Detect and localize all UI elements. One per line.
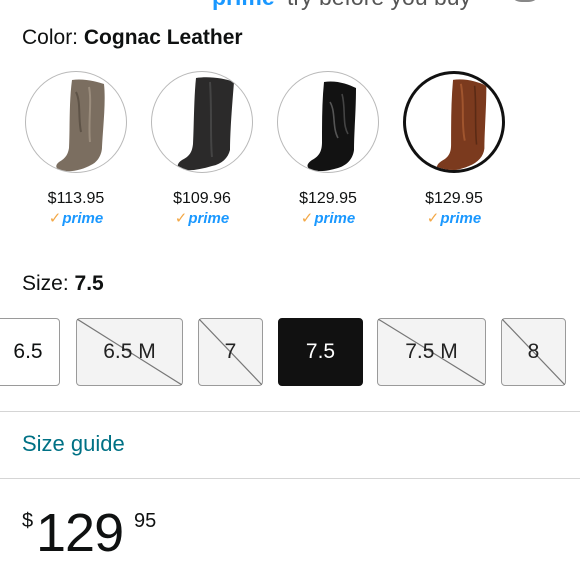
prime-badge: ✓prime [426, 210, 482, 227]
prime-check-icon: ✓ [174, 210, 188, 227]
boot-thumbnail [151, 71, 253, 173]
size-guide-link[interactable]: Size guide [22, 431, 125, 457]
try-before-you-buy-text: try before you buy [287, 0, 471, 11]
size-option-6-5-m[interactable]: 6.5 M [76, 318, 183, 386]
size-option-label: 7 [224, 340, 237, 363]
prime-badge: ✓prime [300, 210, 356, 227]
size-option-label: 6.5 M [103, 340, 156, 363]
prime-logo-text: prime [212, 0, 275, 11]
color-swatch-1[interactable]: $113.95 ✓prime [24, 71, 128, 227]
color-selection-label: Color: Cognac Leather [22, 26, 243, 50]
boot-image-icon [177, 77, 234, 171]
boot-image-icon [307, 81, 356, 172]
size-selection-label: Size: 7.5 [22, 272, 104, 296]
size-label: Size: [22, 272, 69, 295]
boot-thumbnail [25, 71, 127, 173]
divider [0, 411, 580, 412]
swatch-price: $129.95 [299, 190, 357, 207]
size-value: 7.5 [74, 272, 104, 295]
prime-badge: ✓prime [48, 210, 104, 227]
prime-check-icon: ✓ [426, 210, 440, 227]
banner-toggle[interactable] [508, 0, 542, 2]
price-currency-symbol: $ [22, 510, 34, 532]
boot-image-icon [436, 79, 487, 170]
size-option-label: 7.5 [305, 340, 336, 363]
size-option-label: 7.5 M [405, 340, 458, 363]
size-option-7-5-m[interactable]: 7.5 M [377, 318, 486, 386]
size-option-6-5[interactable]: 6.5 [0, 318, 60, 386]
size-option-7[interactable]: 7 [198, 318, 263, 386]
size-option-7-5[interactable]: 7.5 [278, 318, 363, 386]
color-value: Cognac Leather [83, 26, 243, 49]
size-option-label: 6.5 [13, 340, 43, 363]
size-option-label: 8 [527, 340, 540, 363]
swatch-price: $109.96 [173, 190, 231, 207]
boot-thumbnail [277, 71, 379, 173]
divider [0, 478, 580, 479]
prime-try-before-banner[interactable]: prime try before you buy [0, 0, 580, 10]
color-label: Color: [22, 26, 79, 49]
boot-image-icon [56, 79, 105, 172]
color-swatch-4[interactable]: $129.95 ✓prime [402, 71, 506, 227]
color-swatch-2[interactable]: $109.96 ✓prime [150, 71, 254, 227]
swatch-price: $129.95 [425, 190, 483, 207]
size-option-8[interactable]: 8 [501, 318, 566, 386]
prime-check-icon: ✓ [48, 210, 62, 227]
swatch-price: $113.95 [47, 190, 105, 207]
price-fraction: 95 [134, 510, 157, 532]
prime-badge: ✓prime [174, 210, 230, 227]
price-whole: 129 [36, 503, 124, 563]
boot-thumbnail [403, 71, 505, 173]
prime-check-icon: ✓ [300, 210, 314, 227]
color-swatch-3[interactable]: $129.95 ✓prime [276, 71, 380, 227]
